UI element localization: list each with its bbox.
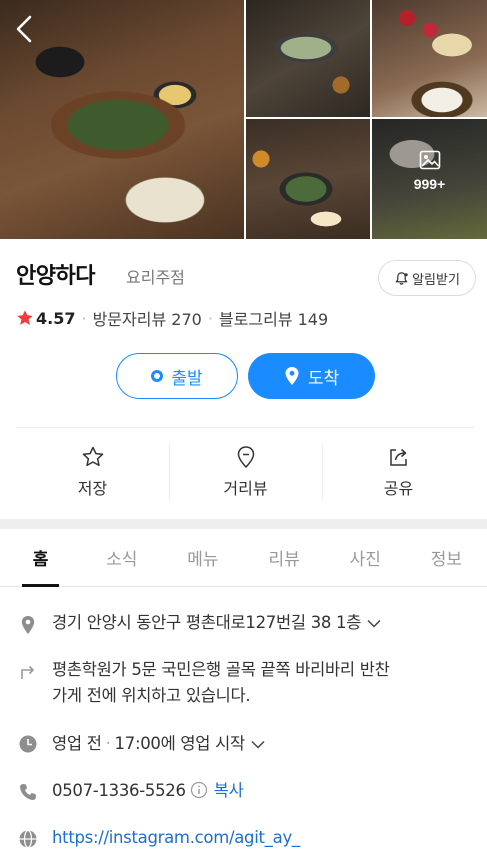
street-view-pin-icon (237, 446, 254, 469)
origin-dot-icon (151, 370, 164, 382)
rating-value: 4.57 (36, 308, 76, 328)
more-photos-indicator[interactable]: 999+ (372, 150, 487, 193)
bell-icon (395, 271, 408, 285)
location-pin-icon (285, 367, 299, 385)
photo-thumb-3[interactable] (246, 119, 370, 239)
save-button[interactable]: 저장 (16, 440, 169, 504)
website-link[interactable]: https://instagram.com/agit_ay_ (52, 828, 300, 847)
directions-text-line2: 가게 전에 위치하고 있습니다. (52, 686, 251, 705)
photo-gallery[interactable]: 999+ (0, 0, 487, 239)
tab-info[interactable]: 정보 (406, 529, 487, 586)
depart-label: 출발 (171, 368, 203, 389)
more-photos-count: 999+ (413, 176, 446, 192)
directions-text-line1: 평촌학원가 5문 국민은행 골목 끝쪽 바리바리 반찬 (52, 660, 390, 679)
back-arrow-icon[interactable] (12, 14, 38, 44)
map-pin-icon (21, 616, 35, 634)
arrive-label: 도착 (307, 368, 340, 389)
star-outline-icon (82, 446, 103, 467)
tab-bar: 홈 소식 메뉴 리뷰 사진 정보 (0, 529, 487, 587)
info-circle-icon[interactable] (190, 781, 208, 799)
hours-status: 영업 전 (52, 734, 102, 753)
tab-news[interactable]: 소식 (81, 529, 162, 586)
divider (16, 427, 475, 428)
tab-menu[interactable]: 메뉴 (162, 529, 243, 586)
place-header: 안양하다 요리주점 알림받기 (16, 258, 476, 296)
copy-phone-button[interactable]: 복사 (214, 781, 244, 800)
tab-home[interactable]: 홈 (0, 529, 81, 587)
separator-dot: · (207, 308, 213, 328)
arrive-button[interactable]: 도착 (248, 353, 375, 399)
chevron-down-icon[interactable] (367, 619, 381, 628)
share-label: 공유 (383, 479, 414, 498)
street-view-button[interactable]: 거리뷰 (169, 440, 322, 504)
street-view-label: 거리뷰 (223, 479, 268, 498)
hours-detail: 17:00에 영업 시작 (114, 734, 246, 753)
place-category: 요리주점 (126, 268, 185, 287)
phone-icon (20, 784, 36, 800)
notify-label: 알림받기 (412, 272, 460, 288)
chevron-down-icon[interactable] (251, 740, 265, 749)
tab-reviews[interactable]: 리뷰 (244, 529, 325, 586)
phone-number[interactable]: 0507-1336-5526 (52, 781, 186, 800)
photo-thumb-1[interactable] (246, 0, 370, 117)
section-separator (0, 519, 487, 529)
photo-thumb-2[interactable] (372, 0, 487, 117)
rating-row: 4.57 · 방문자리뷰 270 · 블로그리뷰 149 (16, 306, 328, 330)
tab-photos[interactable]: 사진 (325, 529, 406, 586)
depart-button[interactable]: 출발 (116, 353, 238, 399)
place-name: 안양하다 (16, 264, 95, 289)
share-button[interactable]: 공유 (322, 440, 475, 504)
blog-reviews-link[interactable]: 블로그리뷰 149 (219, 306, 328, 330)
address-text: 경기 안양시 동안구 평촌대로127번길 38 1층 (52, 613, 362, 632)
share-icon (389, 448, 407, 466)
separator-dot: · (81, 308, 87, 328)
turn-arrow-icon (21, 665, 34, 679)
globe-icon (19, 829, 37, 849)
clock-icon (19, 735, 37, 753)
notify-button[interactable]: 알림받기 (378, 260, 476, 296)
visitor-reviews-link[interactable]: 방문자리뷰 270 (93, 306, 202, 330)
star-icon (17, 310, 33, 325)
quick-actions: 저장 거리뷰 공유 (16, 440, 475, 504)
save-label: 저장 (77, 479, 108, 498)
image-icon (419, 150, 440, 170)
separator-dot: · (105, 734, 111, 753)
